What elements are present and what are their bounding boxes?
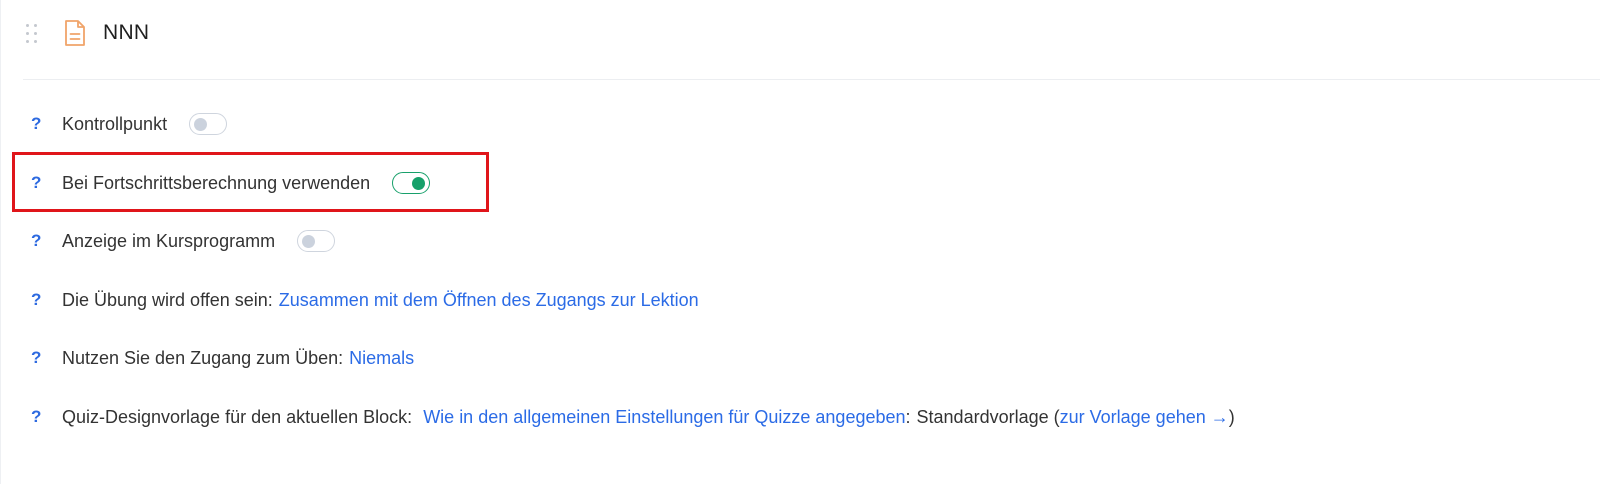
help-icon[interactable]: ? — [31, 173, 62, 193]
setting-row-course-program: ? Anzeige im Kursprogramm — [31, 226, 336, 256]
toggle-knob — [302, 235, 316, 248]
quiz-template-label: Quiz-Designvorlage für den aktuellen Blo… — [62, 406, 413, 427]
block-header: NNN — [23, 10, 149, 56]
help-icon[interactable]: ? — [31, 231, 62, 251]
course-program-label: Anzeige im Kursprogramm — [62, 230, 276, 251]
quiz-template-paren-close: ) — [1228, 406, 1235, 427]
settings-panel: NNN ? Kontrollpunkt ? Bei Fortschrittsbe… — [0, 0, 1600, 484]
document-icon — [63, 19, 87, 47]
help-icon[interactable]: ? — [31, 348, 62, 368]
block-title: NNN — [103, 21, 150, 44]
goto-template-link[interactable]: zur Vorlage gehen → — [1060, 407, 1229, 428]
setting-row-quiz-template: ? Quiz-Designvorlage für den aktuellen B… — [31, 402, 1235, 432]
checkpoint-toggle[interactable] — [189, 113, 228, 135]
checkpoint-label: Kontrollpunkt — [62, 113, 168, 134]
course-program-toggle[interactable] — [297, 230, 336, 252]
quiz-template-colon: : — [905, 406, 911, 427]
drag-handle-icon[interactable] — [23, 23, 39, 43]
setting-row-practice-access: ? Nutzen Sie den Zugang zum Üben: Niemal… — [31, 343, 414, 373]
setting-row-progress: ? Bei Fortschrittsberechnung verwenden — [31, 168, 431, 198]
open-exercise-value-link[interactable]: Zusammen mit dem Öffnen des Zugangs zur … — [279, 290, 699, 311]
help-icon[interactable]: ? — [31, 114, 62, 134]
practice-access-label: Nutzen Sie den Zugang zum Üben: — [62, 347, 344, 368]
toggle-knob — [412, 177, 426, 190]
header-divider — [23, 79, 1600, 80]
progress-toggle[interactable] — [392, 172, 431, 194]
help-icon[interactable]: ? — [31, 407, 62, 427]
setting-row-checkpoint: ? Kontrollpunkt — [31, 109, 228, 139]
setting-row-open-exercise: ? Die Übung wird offen sein: Zusammen mi… — [31, 285, 699, 315]
progress-label: Bei Fortschrittsberechnung verwenden — [62, 172, 371, 193]
open-exercise-label: Die Übung wird offen sein: — [62, 289, 273, 310]
help-icon[interactable]: ? — [31, 290, 62, 310]
toggle-knob — [194, 118, 208, 131]
quiz-template-name: Standardvorlage — [916, 406, 1049, 427]
practice-access-value-link[interactable]: Niemals — [349, 348, 414, 369]
quiz-template-value-link[interactable]: Wie in den allgemeinen Einstellungen für… — [423, 407, 905, 428]
